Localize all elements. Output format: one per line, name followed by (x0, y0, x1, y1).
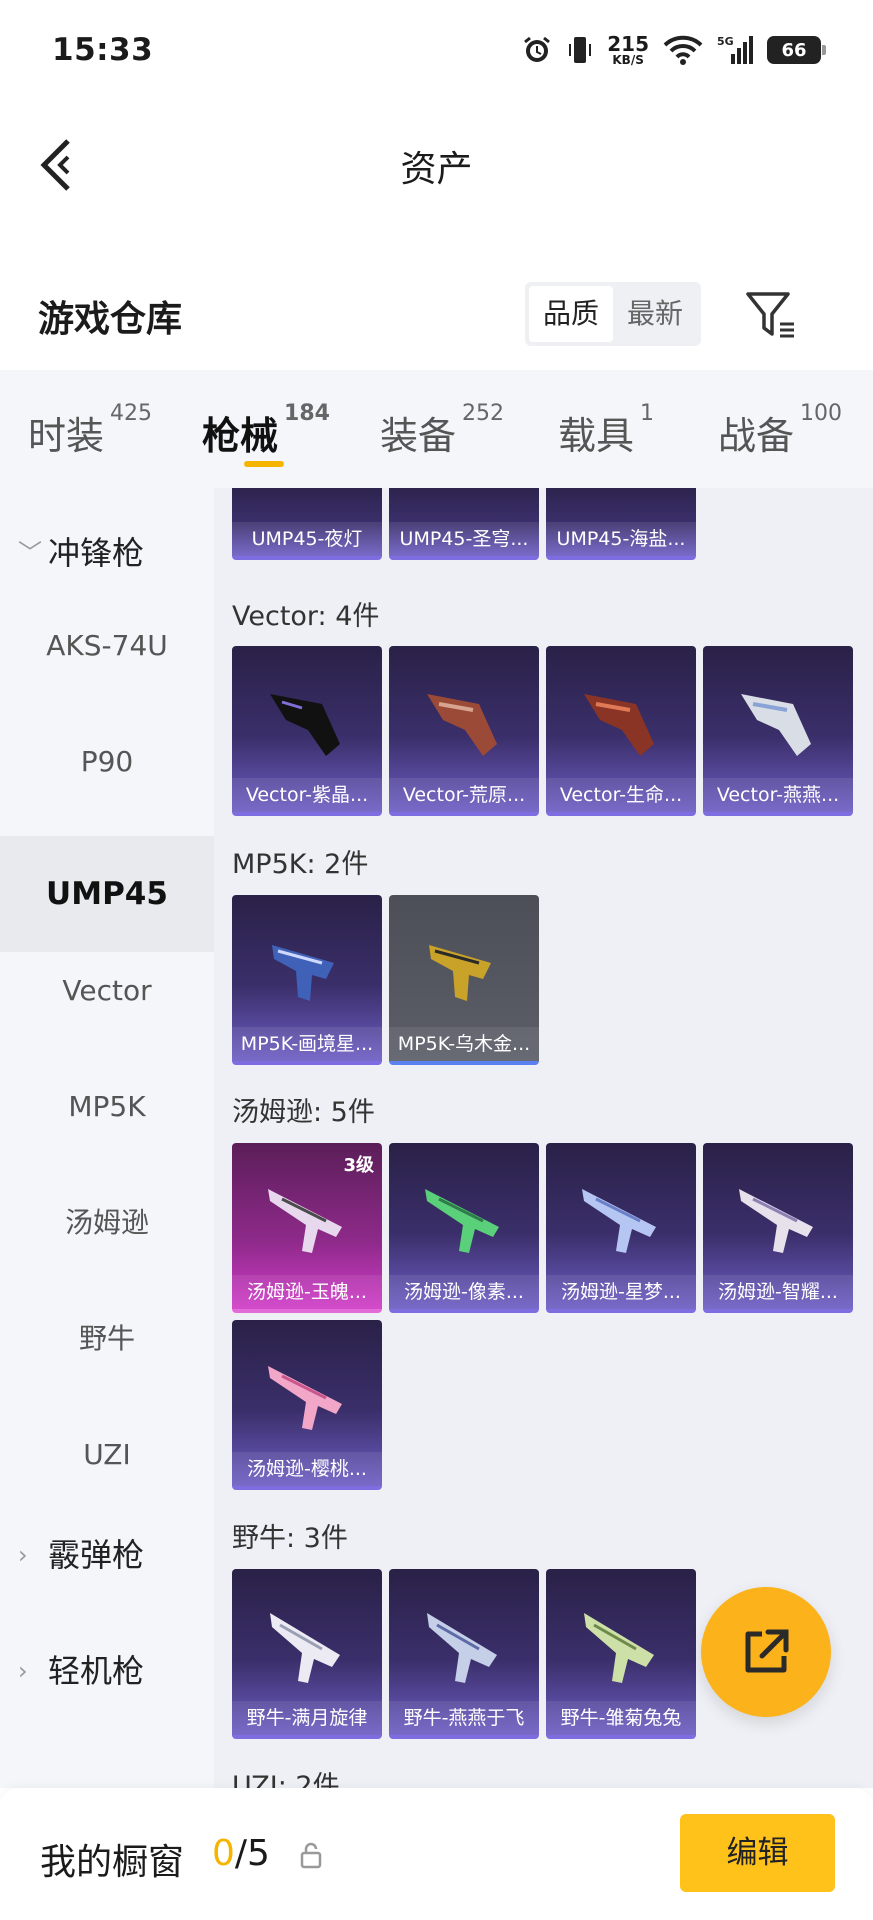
item-card[interactable]: Vector-生命... (546, 646, 696, 816)
sidebar-item-p90[interactable]: P90 (0, 732, 214, 792)
gun-image (270, 694, 340, 756)
showcase-count: 0/5 (212, 1833, 270, 1874)
gun-image (425, 1189, 499, 1253)
item-card[interactable]: MP5K-乌木金... (389, 895, 539, 1065)
warehouse-header: 游戏仓库 品质 最新 (0, 230, 873, 370)
sidebar-item-vector[interactable]: Vector (0, 961, 214, 1021)
gun-image (739, 1189, 813, 1253)
group-title: 汤姆逊: 5件 (232, 1097, 375, 1128)
gun-image (427, 1613, 497, 1683)
alarm-icon (524, 36, 551, 62)
item-card[interactable]: 野牛-燕燕于飞 (389, 1569, 539, 1739)
showcase-label: 我的橱窗 (40, 1842, 185, 1883)
sidebar-item-aks74u[interactable]: AKS-74U (0, 616, 214, 676)
gun-image (584, 694, 654, 756)
gun-image (270, 1613, 340, 1683)
item-card[interactable]: UMP45-夜灯 (232, 488, 382, 560)
sidebar-item-uzi[interactable]: UZI (0, 1425, 214, 1485)
category-tabs: 时装425 枪械184 装备252 载具1 战备100 (0, 370, 873, 488)
item-card[interactable]: MP5K-画境星... (232, 895, 382, 1065)
chevron-right-icon: › (18, 1657, 28, 1685)
item-card[interactable]: 野牛-雏菊兔兔 (546, 1569, 696, 1739)
tab-guns[interactable]: 枪械184 (202, 370, 330, 488)
tab-fashion[interactable]: 时装425 (28, 370, 152, 488)
gun-image (741, 694, 811, 756)
showcase-bar: 我的橱窗 0/5 编辑 (0, 1788, 873, 1920)
item-card[interactable]: Vector-燕燕... (703, 646, 853, 816)
warehouse-title: 游戏仓库 (38, 299, 183, 340)
gun-image (272, 945, 334, 1001)
status-time: 15:33 (52, 32, 154, 68)
item-card[interactable]: 野牛-满月旋律 (232, 1569, 382, 1739)
item-card[interactable]: 汤姆逊-星梦... (546, 1143, 696, 1313)
item-card[interactable]: 3级 汤姆逊-玉魄... (232, 1143, 382, 1313)
group-title: 野牛: 3件 (232, 1523, 348, 1554)
item-card[interactable]: Vector-荒原... (389, 646, 539, 816)
external-link-icon (745, 1629, 789, 1673)
filter-icon[interactable] (744, 290, 798, 340)
network-speed: 215 KB/S (607, 32, 649, 67)
chevron-down-icon: ﹀ (18, 539, 42, 567)
tab-gear[interactable]: 战备100 (718, 370, 842, 488)
svg-text:5G: 5G (717, 35, 734, 48)
item-card[interactable]: UMP45-圣穹... (389, 488, 539, 560)
sidebar-category-shotgun[interactable]: › 霰弹枪 (0, 1525, 214, 1585)
gun-image (582, 1189, 656, 1253)
sidebar-category-smg[interactable]: ﹀ 冲锋枪 (0, 528, 214, 578)
gun-image (584, 1613, 654, 1683)
item-card[interactable]: UMP45-海盐... (546, 488, 696, 560)
sidebar-item-thompson[interactable]: 汤姆逊 (0, 1193, 214, 1253)
item-card[interactable]: 汤姆逊-智耀... (703, 1143, 853, 1313)
sort-toggle: 品质 最新 (525, 282, 702, 346)
status-bar: 15:33 215 KB/S 5G 66 (0, 0, 873, 100)
page-title: 资产 (400, 149, 473, 190)
share-fab[interactable] (701, 1587, 831, 1717)
sidebar-item-bizon[interactable]: 野牛 (0, 1309, 214, 1369)
sidebar: ﹀ 冲锋枪 AKS-74U P90 UMP45 Vector MP5K 汤姆逊 野… (0, 488, 214, 1788)
sort-newest-button[interactable]: 最新 (613, 286, 697, 342)
sort-quality-button[interactable]: 品质 (529, 286, 614, 342)
sidebar-item-ump45[interactable]: UMP45 (0, 836, 214, 952)
status-icons: 215 KB/S 5G 66 (521, 32, 826, 67)
gun-image (268, 1189, 342, 1253)
gun-image (268, 1366, 342, 1430)
lock-icon (300, 1842, 322, 1869)
gun-image (429, 945, 491, 1001)
group-title: UZI: 2件 (232, 1771, 340, 1788)
group-title: Vector: 4件 (232, 601, 380, 632)
item-card[interactable]: 汤姆逊-像素... (389, 1143, 539, 1313)
chevron-right-icon: › (18, 1541, 28, 1569)
battery-indicator: 66 (767, 36, 826, 64)
tab-equipment[interactable]: 装备252 (380, 370, 504, 488)
group-title: MP5K: 2件 (232, 849, 369, 880)
sidebar-category-lmg[interactable]: › 轻机枪 (0, 1641, 214, 1701)
vibrate-icon (569, 37, 592, 63)
signal-icon: 5G (717, 35, 753, 64)
wifi-icon (663, 35, 703, 65)
nav-bar: 资产 (0, 100, 873, 230)
edit-button[interactable]: 编辑 (680, 1814, 835, 1892)
item-card[interactable]: 汤姆逊-樱桃... (232, 1320, 382, 1490)
tab-vehicles[interactable]: 载具1 (558, 370, 654, 488)
gun-image (427, 694, 497, 756)
sidebar-item-mp5k[interactable]: MP5K (0, 1077, 214, 1137)
item-card[interactable]: Vector-紫晶... (232, 646, 382, 816)
